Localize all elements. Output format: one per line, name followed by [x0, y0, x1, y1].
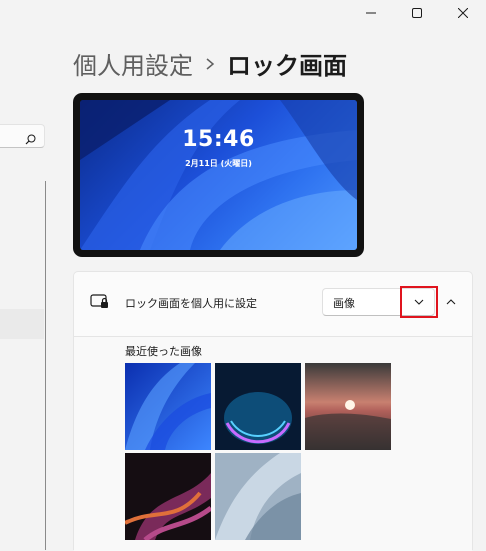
- minimize-icon[interactable]: [348, 0, 394, 26]
- dark-glow-image[interactable]: [215, 363, 301, 450]
- page-title: ロック画面: [227, 52, 347, 80]
- preview-time: 15:46: [182, 127, 255, 152]
- sunset-lake-image[interactable]: [305, 363, 391, 450]
- preview-wallpaper: 15:46 2月11日 (火曜日): [80, 100, 357, 250]
- search-icon: [25, 130, 36, 149]
- recent-images-label: 最近使った画像: [125, 345, 202, 358]
- nav-scrollbar[interactable]: [45, 181, 46, 550]
- background-type-dropdown[interactable]: 画像: [322, 286, 438, 318]
- breadcrumb-parent[interactable]: 個人用設定: [73, 46, 193, 81]
- lock-screen-preview: 15:46 2月11日 (火曜日): [73, 93, 364, 257]
- lock-screen-settings-card: ロック画面を個人用に設定 画像 最近使った画像: [73, 271, 473, 551]
- chevron-up-icon[interactable]: [439, 290, 463, 314]
- gray-bloom-image[interactable]: [215, 453, 301, 540]
- blue-bloom-image[interactable]: [125, 363, 211, 450]
- recent-images-section: 最近使った画像: [74, 337, 472, 551]
- maximize-icon[interactable]: [394, 0, 440, 26]
- setting-label: ロック画面を個人用に設定: [125, 297, 257, 310]
- preview-date: 2月11日 (火曜日): [185, 159, 252, 168]
- chevron-right-icon: [205, 57, 215, 71]
- purple-ribbon-image[interactable]: [125, 453, 211, 540]
- chevron-down-icon[interactable]: [400, 286, 438, 318]
- dropdown-selected-value: 画像: [333, 297, 355, 310]
- lock-screen-icon: [90, 294, 110, 314]
- personalize-lock-screen-row[interactable]: ロック画面を個人用に設定 画像: [74, 272, 472, 337]
- close-icon[interactable]: [440, 0, 486, 26]
- nav-search-box[interactable]: [0, 124, 45, 148]
- breadcrumb: 個人用設定 ロック画面: [73, 46, 347, 81]
- window-caption-buttons: [348, 0, 486, 26]
- nav-selected-item[interactable]: [0, 309, 44, 339]
